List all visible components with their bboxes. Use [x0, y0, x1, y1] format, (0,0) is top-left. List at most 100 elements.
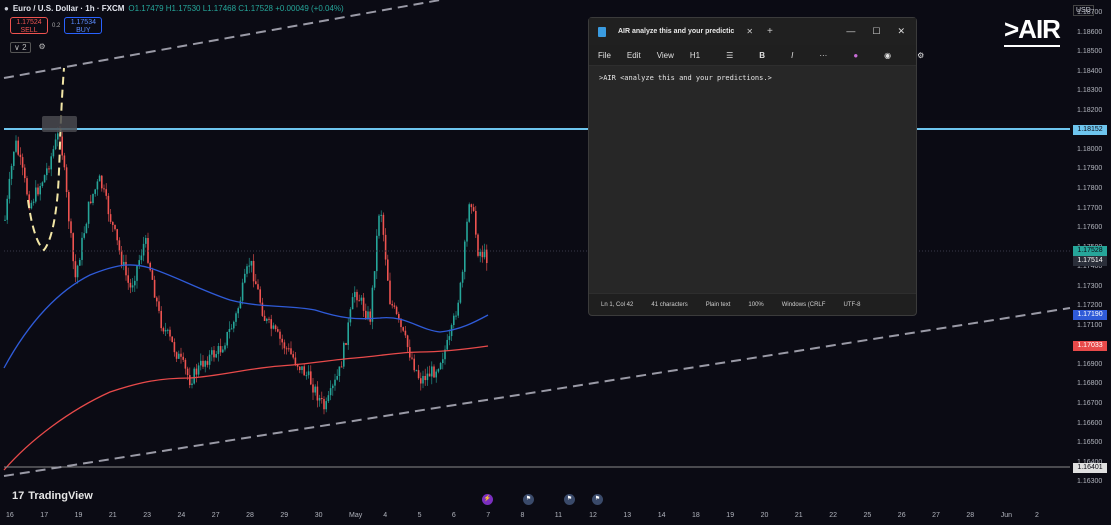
lower-trendline[interactable]	[3, 307, 1071, 477]
time-tick-label: 24	[177, 512, 186, 519]
candle-body	[325, 401, 327, 410]
price-tick-label: 1.17800	[1077, 184, 1103, 192]
candle-body	[290, 348, 292, 355]
bold-icon[interactable]: B	[759, 51, 765, 60]
candle-body	[76, 265, 79, 278]
pattern-drawing[interactable]	[27, 67, 65, 252]
candle-body	[255, 281, 257, 285]
drawing-handle[interactable]	[42, 116, 77, 132]
price-tick-label: 1.18500	[1077, 48, 1103, 56]
indicator-count: 2	[22, 43, 27, 52]
candle-body	[314, 386, 316, 393]
candle-body	[202, 360, 204, 367]
candle-body	[459, 282, 462, 303]
candle-body	[479, 251, 481, 256]
status-format: Plain text	[705, 302, 731, 308]
account-icon[interactable]: ◉	[884, 51, 891, 60]
candle-body	[389, 280, 391, 305]
candle-body	[15, 140, 17, 152]
new-tab-icon[interactable]: +	[767, 26, 773, 37]
settings-icon[interactable]: ⚙	[39, 42, 46, 53]
event-flag-icon[interactable]: ⚑	[523, 494, 534, 505]
candle-body	[356, 291, 358, 301]
menu-edit[interactable]: Edit	[627, 51, 641, 60]
price-tag-ma-blue: 1.17190	[1073, 310, 1107, 320]
candle-body	[169, 329, 171, 337]
candle-body	[160, 310, 162, 329]
candle-body	[426, 373, 429, 381]
time-tick-label: 5	[417, 512, 422, 519]
candle-body	[46, 168, 48, 176]
candle-body	[191, 383, 193, 386]
candle-body	[112, 221, 114, 225]
time-tick-label: 7	[486, 512, 491, 519]
time-tick-label: 21	[108, 512, 117, 519]
copilot-icon[interactable]: ●	[853, 51, 858, 60]
candle-body	[380, 214, 382, 216]
candle-body	[448, 336, 451, 340]
candle-body	[431, 366, 433, 377]
candle-body	[52, 149, 55, 157]
candle-body	[186, 368, 189, 376]
italic-icon[interactable]: I	[791, 51, 793, 60]
candle-body	[125, 261, 127, 276]
indicator-toggle[interactable]: ∨ 2	[10, 42, 31, 53]
tradingview-brand[interactable]: 17 TradingView	[12, 490, 93, 502]
status-position: Ln 1, Col 42	[601, 302, 634, 308]
event-lightning-icon[interactable]: ⚡	[482, 494, 493, 505]
candle-body	[362, 297, 365, 311]
list-icon[interactable]: ☰	[726, 51, 733, 60]
candle-body	[373, 271, 376, 288]
candle-body	[391, 304, 393, 306]
candle-body	[41, 182, 44, 187]
time-tick-label: 19	[74, 512, 83, 519]
tradingview-logo-icon: 17	[12, 490, 25, 502]
price-axis[interactable]: 1.18700 1.18600 1.18500 1.18400 1.18300 1.182…	[1070, 0, 1111, 525]
candle-body	[13, 151, 15, 166]
candle-body	[156, 297, 158, 302]
settings-icon[interactable]: ⚙	[917, 51, 924, 60]
air-logo-text: >AIR	[1004, 14, 1061, 44]
more-icon[interactable]: ···	[819, 51, 827, 60]
time-tick-label: 28	[246, 512, 254, 519]
sell-button[interactable]: 1.17524 SELL	[10, 17, 48, 34]
candle-body	[241, 282, 244, 301]
status-encoding: UTF-8	[843, 302, 861, 308]
candle-body	[415, 370, 418, 372]
candle-body	[371, 287, 374, 322]
candle-body	[252, 260, 255, 282]
notepad-window[interactable]: AIR analyze this and your predictic ✕ + …	[588, 17, 924, 316]
close-icon[interactable]: ✕	[897, 26, 905, 37]
candle-body	[178, 353, 180, 359]
event-flag-icon[interactable]: ⚑	[592, 494, 603, 505]
heading-dropdown[interactable]: H1	[690, 51, 700, 60]
notepad-text-area[interactable]: >AIR <analyze this and your predictions.…	[589, 66, 916, 293]
price-tick-label: 1.17200	[1077, 302, 1103, 310]
candle-body	[442, 359, 444, 363]
close-tab-icon[interactable]: ✕	[746, 27, 753, 36]
candle-body	[435, 371, 437, 378]
candle-body	[140, 255, 143, 261]
price-chart[interactable]	[0, 0, 1111, 525]
candle-body	[332, 385, 334, 389]
maximize-icon[interactable]: ☐	[872, 26, 880, 37]
symbol-title[interactable]: Euro / U.S. Dollar · 1h · FXCM	[13, 4, 125, 13]
candle-body	[65, 167, 68, 193]
notepad-titlebar[interactable]: AIR analyze this and your predictic ✕ + …	[589, 18, 916, 45]
candle-body	[87, 201, 90, 224]
candle-body	[105, 189, 107, 196]
candle-body	[384, 234, 387, 260]
menu-view[interactable]: View	[657, 51, 674, 60]
candle-body	[345, 342, 347, 345]
candle-body	[21, 157, 24, 168]
buy-button[interactable]: 1.17534 BUY	[64, 17, 103, 34]
minimize-icon[interactable]: —	[846, 26, 855, 37]
event-flag-icon[interactable]: ⚑	[564, 494, 575, 505]
price-tick-label: 1.18300	[1077, 87, 1103, 95]
candle-body	[90, 201, 92, 204]
candle-body	[68, 192, 70, 222]
menu-file[interactable]: File	[598, 51, 611, 60]
price-tag-current: 1.17528	[1073, 246, 1107, 256]
notepad-tab-title[interactable]: AIR analyze this and your predictic	[618, 28, 734, 35]
candle-body	[6, 198, 8, 220]
